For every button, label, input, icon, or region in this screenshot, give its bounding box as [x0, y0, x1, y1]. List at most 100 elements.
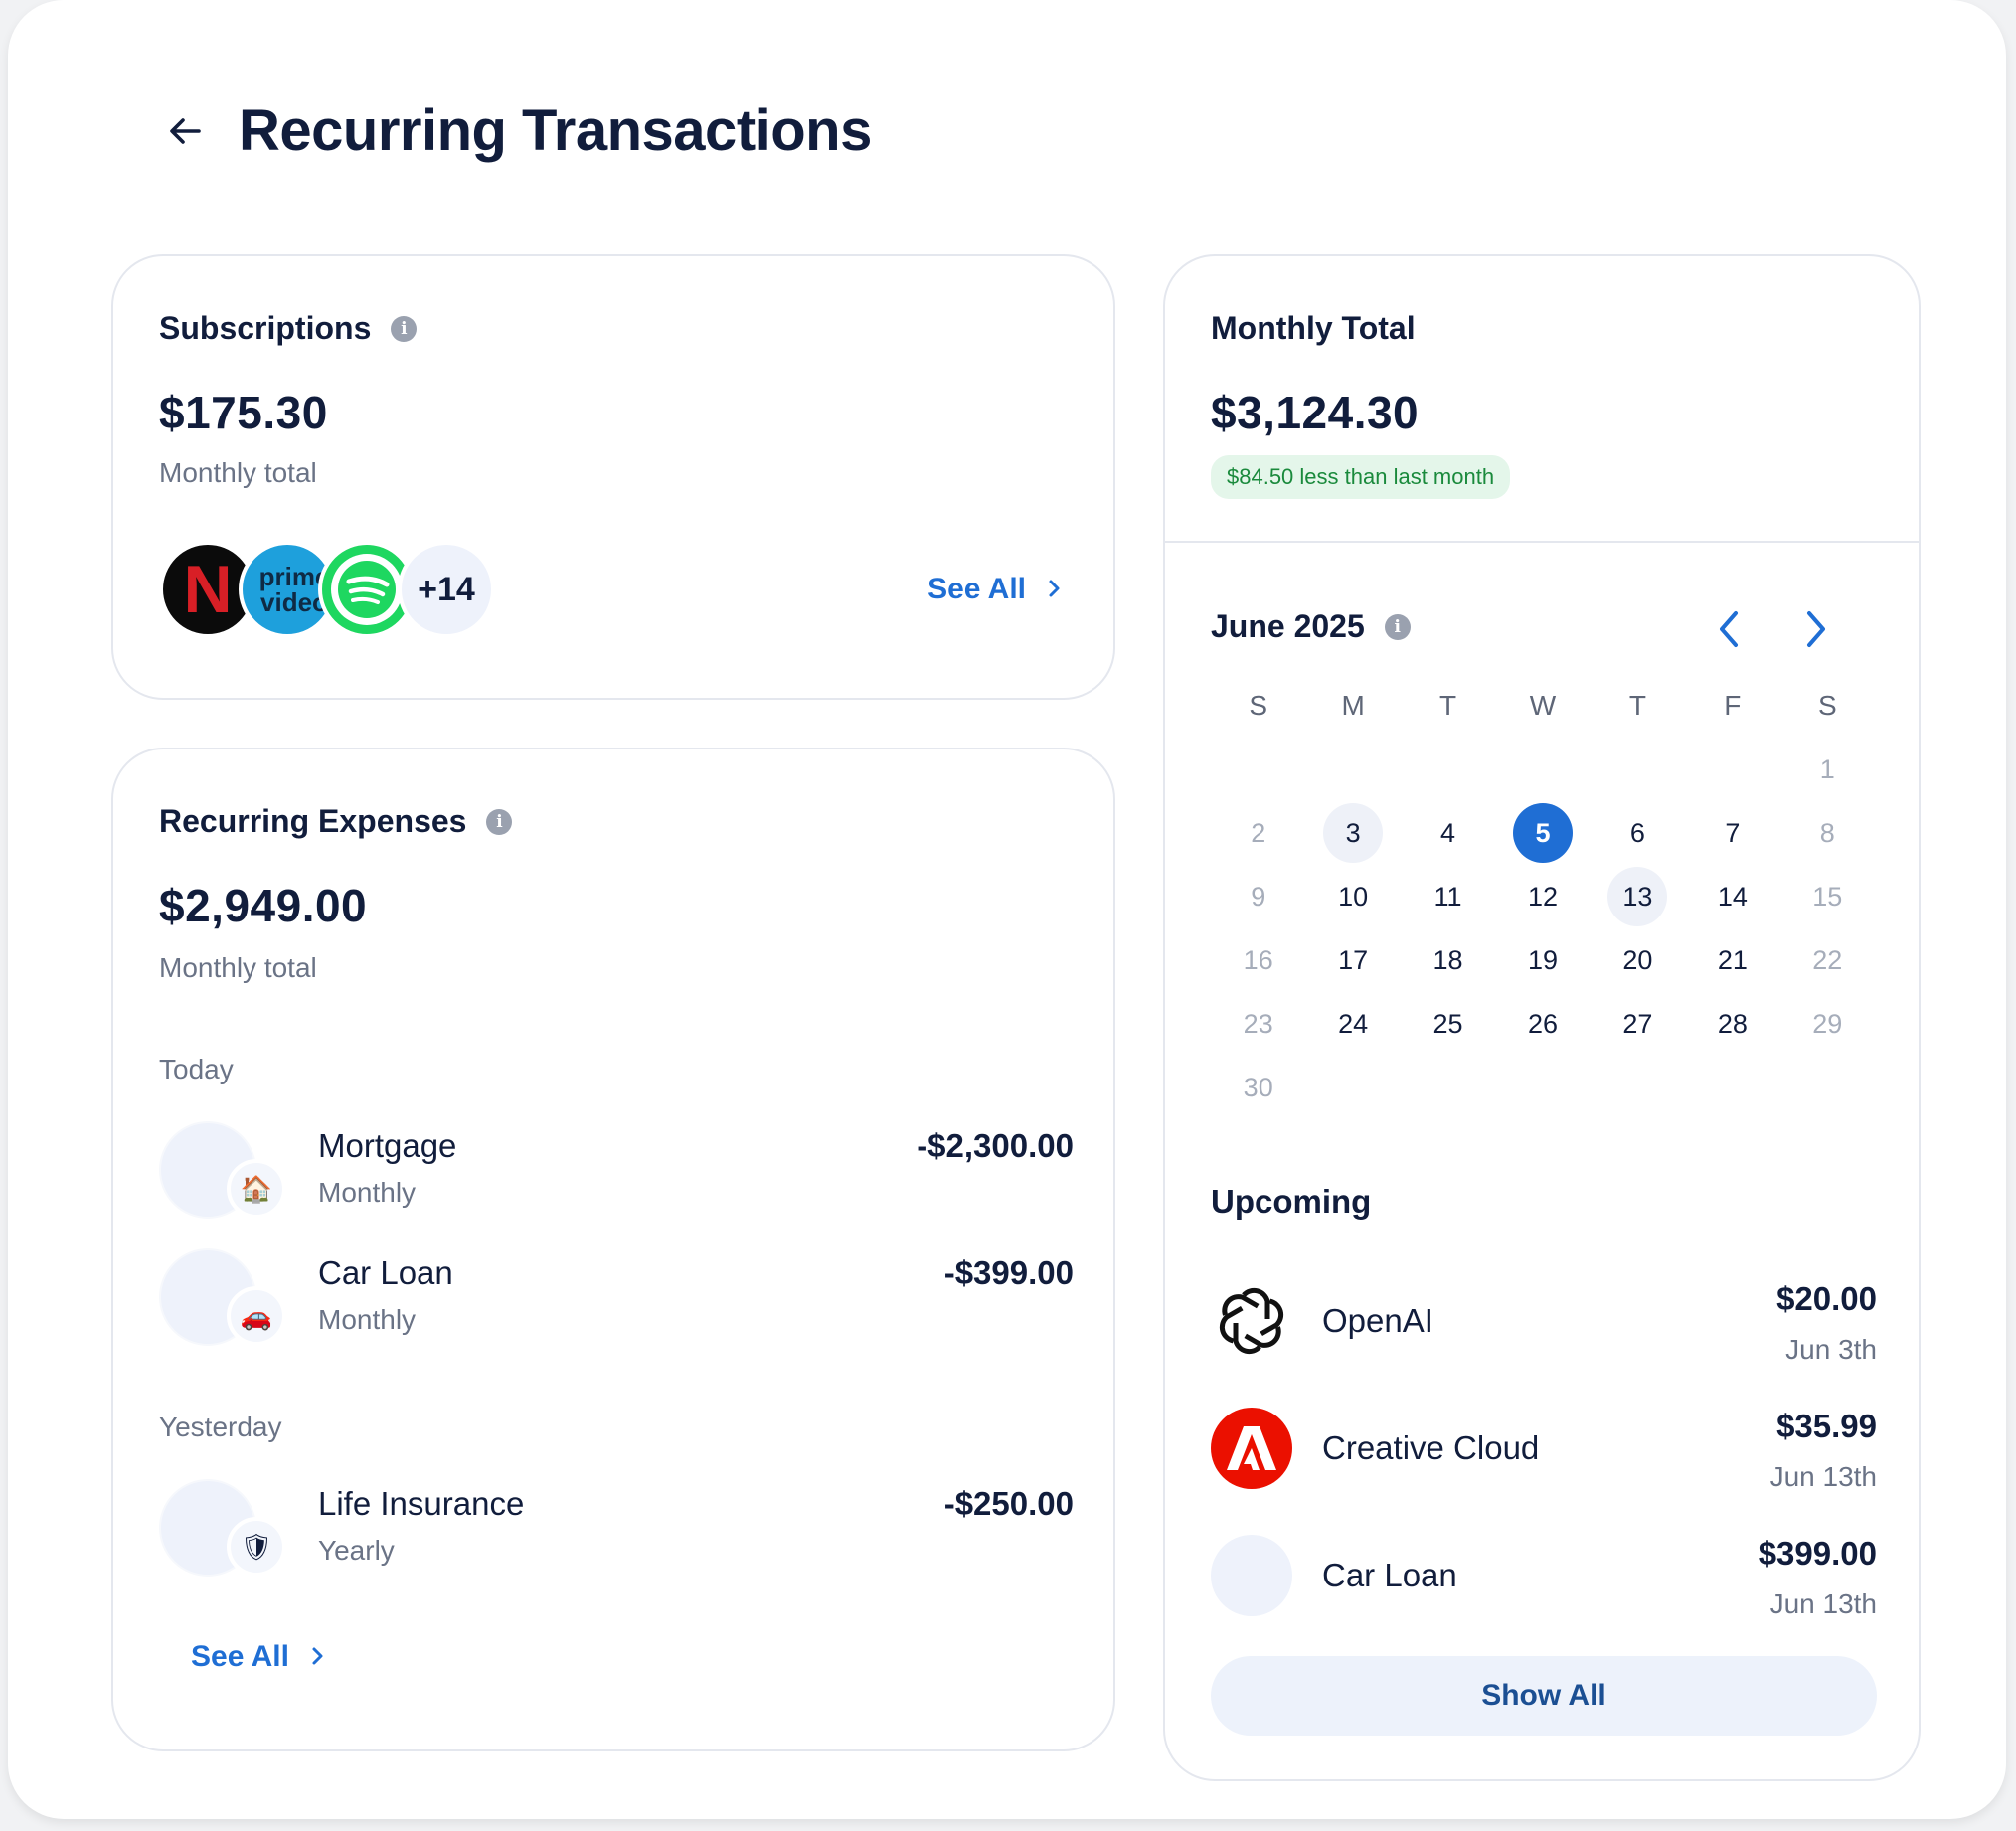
- calendar-day[interactable]: 9: [1211, 865, 1305, 928]
- weekday-label: S: [1249, 690, 1268, 721]
- calendar-day[interactable]: 15: [1780, 865, 1875, 928]
- calendar-day-number: 16: [1243, 944, 1273, 975]
- calendar-day-number: 30: [1243, 1072, 1273, 1102]
- calendar-day[interactable]: 1: [1780, 738, 1875, 801]
- netflix-letter: N: [183, 552, 233, 627]
- expense-amount: -$399.00: [943, 1254, 1074, 1291]
- house-icon: 🏠: [227, 1159, 286, 1219]
- calendar-header: June 2025 i: [1211, 608, 1411, 645]
- show-all-button[interactable]: Show All: [1211, 1656, 1877, 1736]
- calendar-day[interactable]: 19: [1495, 928, 1590, 992]
- calendar-day[interactable]: 25: [1401, 992, 1495, 1056]
- calendar-day-number: 5: [1512, 803, 1573, 863]
- calendar-empty-cell: [1685, 738, 1779, 801]
- upcoming-row[interactable]: Car Loan $399.00 Jun 13th: [1211, 1535, 1877, 1634]
- recurring-expenses-card: Recurring Expenses i $2,949.00 Monthly t…: [111, 748, 1115, 1751]
- calendar-day[interactable]: 20: [1591, 928, 1685, 992]
- expense-row[interactable]: 🏠 Mortgage Monthly -$2,300.00: [159, 1121, 1074, 1221]
- calendar-day-number: 6: [1629, 817, 1645, 848]
- calendar-day[interactable]: 2: [1211, 801, 1305, 865]
- calendar-day[interactable]: 11: [1401, 865, 1495, 928]
- calendar-day[interactable]: 21: [1685, 928, 1779, 992]
- calendar-day[interactable]: 29: [1780, 992, 1875, 1056]
- expense-name: Car Loan: [318, 1254, 453, 1291]
- calendar-day[interactable]: 12: [1495, 865, 1590, 928]
- calendar-empty-cell: [1401, 738, 1495, 801]
- calendar-day[interactable]: 10: [1305, 865, 1400, 928]
- see-all-label: See All: [927, 573, 1026, 605]
- calendar-day-number: 7: [1725, 817, 1741, 848]
- info-icon[interactable]: i: [391, 315, 418, 342]
- openai-logo: [1211, 1280, 1292, 1362]
- page-title: Recurring Transactions: [239, 98, 872, 163]
- calendar-day[interactable]: 30: [1211, 1056, 1305, 1119]
- calendar-day-number: 25: [1432, 1008, 1463, 1039]
- expense-row[interactable]: 🚗 Car Loan Monthly -$399.00: [159, 1248, 1074, 1348]
- adobe-icon: [1227, 1426, 1276, 1470]
- calendar-empty-cell: [1211, 738, 1305, 801]
- calendar-day-number: 11: [1433, 881, 1462, 912]
- next-month-button[interactable]: [1791, 604, 1841, 654]
- calendar-day-number: 14: [1717, 881, 1748, 912]
- expenses-amount: $2,949.00: [159, 880, 368, 931]
- chevron-right-icon: [311, 1642, 325, 1673]
- expense-name: Mortgage: [318, 1127, 457, 1164]
- calendar-day-number: 22: [1812, 944, 1843, 975]
- weekday-label: T: [1628, 690, 1646, 721]
- calendar-day-number: 15: [1812, 881, 1843, 912]
- calendar-empty-cell: [1305, 738, 1400, 801]
- upcoming-amount: $399.00: [1758, 1535, 1877, 1572]
- calendar-day[interactable]: 23: [1211, 992, 1305, 1056]
- calendar-day-number: 3: [1323, 803, 1384, 863]
- delta-badge: $84.50 less than last month: [1211, 455, 1511, 499]
- see-all-label: See All: [191, 1640, 289, 1673]
- calendar-day-number: 19: [1527, 944, 1558, 975]
- upcoming-row[interactable]: OpenAI $20.00 Jun 3th: [1211, 1280, 1877, 1380]
- expenses-caption: Monthly total: [159, 952, 317, 983]
- calendar-day[interactable]: 5: [1495, 801, 1590, 865]
- calendar-day-number: 2: [1251, 817, 1266, 848]
- calendar-day[interactable]: 4: [1401, 801, 1495, 865]
- upcoming-name: Car Loan: [1322, 1557, 1457, 1593]
- calendar-day-number: 27: [1622, 1008, 1653, 1039]
- info-icon[interactable]: i: [1384, 613, 1411, 640]
- calendar-day[interactable]: 8: [1780, 801, 1875, 865]
- calendar-day[interactable]: 22: [1780, 928, 1875, 992]
- calendar-day[interactable]: 28: [1685, 992, 1779, 1056]
- openai-icon: [1219, 1287, 1284, 1355]
- info-icon[interactable]: i: [486, 808, 513, 835]
- calendar-day[interactable]: 16: [1211, 928, 1305, 992]
- page-header: Recurring Transactions: [155, 97, 872, 164]
- calendar-day-number: 23: [1243, 1008, 1273, 1039]
- calendar-day[interactable]: 17: [1305, 928, 1400, 992]
- calendar-day[interactable]: 6: [1591, 801, 1685, 865]
- expenses-see-all-link[interactable]: See All: [191, 1640, 325, 1674]
- upcoming-title: Upcoming: [1211, 1183, 1372, 1220]
- subscription-logos[interactable]: N prime video +14: [159, 541, 495, 638]
- calendar-day[interactable]: 27: [1591, 992, 1685, 1056]
- prev-month-button[interactable]: [1704, 604, 1754, 654]
- expense-name: Life Insurance: [318, 1485, 525, 1522]
- calendar-day[interactable]: 26: [1495, 992, 1590, 1056]
- calendar-day-number: 13: [1607, 867, 1668, 926]
- calendar-day[interactable]: 24: [1305, 992, 1400, 1056]
- calendar-month-label: June 2025: [1211, 608, 1365, 644]
- subscriptions-card: Subscriptions i $175.30 Monthly total N …: [111, 254, 1115, 700]
- upcoming-row[interactable]: Creative Cloud $35.99 Jun 13th: [1211, 1408, 1877, 1507]
- subscriptions-see-all-link[interactable]: See All: [927, 573, 1062, 606]
- expense-row[interactable]: 🛡 Life Insurance Yearly -$250.00: [159, 1479, 1074, 1579]
- calendar-day[interactable]: 18: [1401, 928, 1495, 992]
- calendar-day[interactable]: 7: [1685, 801, 1779, 865]
- calendar-day[interactable]: 14: [1685, 865, 1779, 928]
- calendar-day[interactable]: 13: [1591, 865, 1685, 928]
- chevron-right-icon: [1048, 575, 1062, 605]
- calendar-grid: S M T W T F S 1 2 3 4 5 6 7 8 9 10 11 12 13 14 15 16 17 18 19 20 21…: [1211, 674, 1875, 1119]
- calendar-day-number: 18: [1432, 944, 1463, 975]
- chevron-left-icon: [1720, 611, 1738, 647]
- back-arrow-icon[interactable]: [155, 101, 215, 161]
- calendar-day[interactable]: 3: [1305, 801, 1400, 865]
- calendar-day-number: 10: [1338, 881, 1369, 912]
- app-window: Recurring Transactions Subscriptions i $…: [8, 0, 2006, 1819]
- expenses-heading: Recurring Expenses i: [159, 803, 513, 840]
- more-subscriptions-badge[interactable]: +14: [398, 541, 495, 638]
